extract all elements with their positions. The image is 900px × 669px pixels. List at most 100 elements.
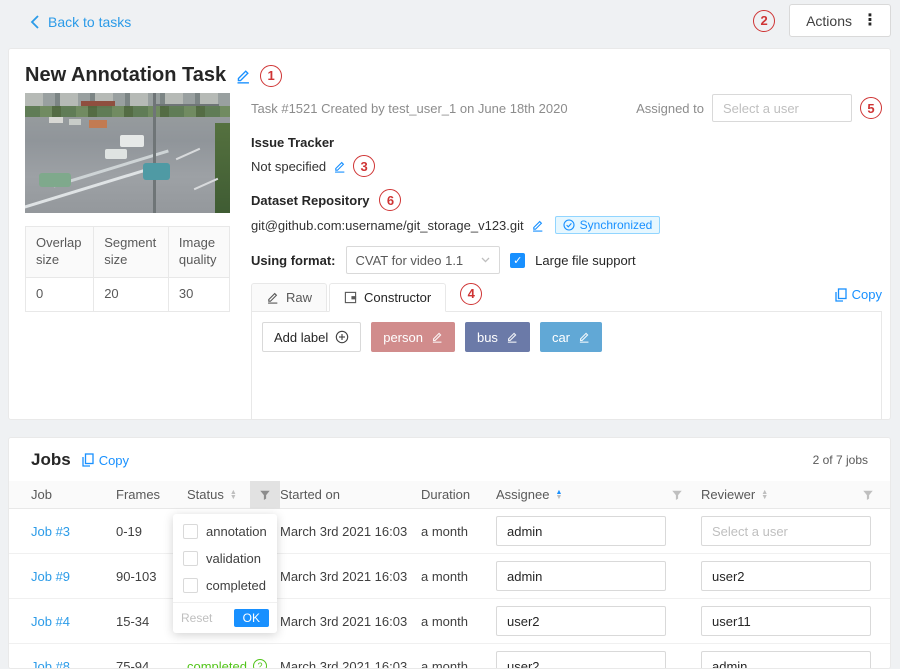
tab-constructor-label: Constructor	[364, 290, 431, 305]
job-link[interactable]: Job #4	[31, 614, 70, 629]
copy-labels-button[interactable]: Copy	[834, 287, 882, 302]
more-vertical-icon: ⋮	[862, 13, 878, 29]
label-tag-car-name: car	[552, 330, 570, 345]
job-assignee-input[interactable]	[496, 561, 666, 591]
preview-art-car-green	[39, 173, 71, 187]
filter-option-annotation[interactable]: annotation	[173, 518, 277, 545]
column-header-status[interactable]: Status ▲▼	[187, 481, 280, 509]
column-header-frames: Frames	[116, 487, 187, 502]
using-format-label: Using format:	[251, 253, 336, 268]
preview-art-pole	[153, 93, 156, 213]
reviewer-filter-icon[interactable]	[862, 489, 874, 501]
annotation-circle-5: 5	[860, 97, 882, 119]
job-assignee-input[interactable]	[496, 606, 666, 636]
job-link[interactable]: Job #8	[31, 659, 70, 669]
sync-status-badge[interactable]: Synchronized	[555, 216, 661, 234]
dataset-repository-label-row: Dataset Repository 6	[251, 189, 882, 211]
job-reviewer-input[interactable]	[701, 516, 871, 546]
annotation-circle-2: 2	[753, 10, 775, 32]
issue-tracker-value-row: Not specified 3	[251, 155, 882, 177]
label-tag-bus-name: bus	[477, 330, 498, 345]
filter-option-validation[interactable]: validation	[173, 545, 277, 572]
dataset-repository-value-row: git@github.com:username/git_storage_v123…	[251, 216, 882, 234]
preview-art-car-small-2	[69, 119, 81, 125]
check-circle-icon	[563, 219, 575, 231]
param-value-overlap: 0	[26, 277, 94, 311]
annotation-circle-1: 1	[260, 65, 282, 87]
copy-icon	[81, 453, 94, 467]
format-select-value: CVAT for video 1.1	[356, 253, 464, 268]
edit-label-pencil-icon[interactable]	[506, 331, 518, 343]
edit-label-pencil-icon[interactable]	[578, 331, 590, 343]
back-to-tasks-link[interactable]: Back to tasks	[30, 14, 131, 30]
actions-button[interactable]: Actions ⋮	[789, 4, 891, 37]
reviewer-sorter[interactable]: ▲▼	[761, 490, 768, 500]
add-label-button[interactable]: Add label	[262, 322, 361, 352]
job-status: completed ?	[187, 659, 280, 669]
format-select[interactable]: CVAT for video 1.1	[346, 246, 501, 274]
annotation-circle-6: 6	[379, 189, 401, 211]
tab-constructor[interactable]: Constructor	[329, 283, 446, 312]
preview-art-trees	[25, 106, 230, 117]
job-frames: 75-94	[116, 659, 187, 669]
label-tag-car[interactable]: car	[540, 322, 602, 352]
filter-option-completed-label: completed	[206, 578, 266, 593]
job-reviewer-input[interactable]	[701, 561, 871, 591]
job-reviewer-input[interactable]	[701, 651, 871, 669]
edit-issue-tracker-pencil-icon[interactable]	[333, 160, 346, 173]
column-header-reviewer[interactable]: Reviewer ▲▼	[693, 487, 890, 502]
column-header-assignee[interactable]: Assignee ▲▼	[488, 487, 693, 502]
add-label-text: Add label	[274, 330, 328, 345]
job-row-2: Job #9 90-103 March 3rd 2021 16:03 a mon…	[9, 554, 890, 599]
filter-option-completed[interactable]: completed	[173, 572, 277, 599]
param-value-segment: 20	[94, 277, 169, 311]
preview-art-pole-arm	[153, 104, 219, 106]
filter-option-validation-label: validation	[206, 551, 261, 566]
large-file-support-checkbox[interactable]: ✓	[510, 253, 525, 268]
job-duration: a month	[421, 524, 488, 539]
filter-dropdown-footer: Reset OK	[173, 602, 277, 633]
filter-checkbox-completed[interactable]	[183, 578, 198, 593]
task-meta-row: Task #1521 Created by test_user_1 on Jun…	[251, 93, 882, 123]
assigned-to-group: Assigned to 5	[636, 94, 882, 122]
labels-constructor-panel: Add label person	[251, 312, 882, 420]
preview-art-minibus	[89, 120, 107, 128]
filter-ok-button[interactable]: OK	[234, 609, 269, 627]
assignee-sorter[interactable]: ▲▼	[555, 490, 562, 500]
filter-reset-button[interactable]: Reset	[181, 611, 212, 625]
job-row-4: Job #8 75-94 completed ? March 3rd 2021 …	[9, 644, 890, 669]
assignee-filter-icon[interactable]	[671, 489, 683, 501]
copy-jobs-button[interactable]: Copy	[81, 453, 129, 468]
chevron-left-icon	[30, 15, 40, 29]
filter-checkbox-annotation[interactable]	[183, 524, 198, 539]
edit-label-pencil-icon[interactable]	[431, 331, 443, 343]
job-assignee-input[interactable]	[496, 651, 666, 669]
job-row-1: Job #3 0-19 March 3rd 2021 16:03 a month	[9, 509, 890, 554]
job-link[interactable]: Job #3	[31, 524, 70, 539]
label-tag-person[interactable]: person	[371, 322, 455, 352]
preview-art-hedge	[215, 123, 230, 213]
column-header-started[interactable]: Started on	[280, 487, 421, 502]
status-filter-icon[interactable]	[250, 481, 280, 509]
tab-raw[interactable]: Raw	[251, 283, 327, 312]
issue-tracker-value: Not specified	[251, 159, 326, 174]
edit-repository-pencil-icon[interactable]	[531, 219, 544, 232]
question-circle-icon[interactable]: ?	[253, 659, 267, 669]
job-duration: a month	[421, 659, 488, 669]
cvat-task-page: Back to tasks 2 Actions ⋮ New Annotation…	[0, 0, 900, 669]
job-assignee-input[interactable]	[496, 516, 666, 546]
large-file-support-label: Large file support	[535, 253, 635, 268]
edit-title-pencil-icon[interactable]	[235, 68, 251, 84]
assigned-to-input[interactable]	[712, 94, 852, 122]
job-reviewer-input[interactable]	[701, 606, 871, 636]
label-tag-bus[interactable]: bus	[465, 322, 530, 352]
job-started: March 3rd 2021 16:03	[280, 524, 421, 539]
param-header-quality: Image quality	[168, 227, 229, 278]
job-link[interactable]: Job #9	[31, 569, 70, 584]
status-sorter[interactable]: ▲▼	[230, 490, 237, 500]
filter-checkbox-validation[interactable]	[183, 551, 198, 566]
topbar-right: 2 Actions ⋮	[753, 4, 891, 37]
sync-status-label: Synchronized	[580, 218, 653, 232]
column-header-duration: Duration	[421, 487, 488, 502]
jobs-card: Jobs Copy 2 of 7 jobs Job Frames Status …	[8, 437, 891, 669]
